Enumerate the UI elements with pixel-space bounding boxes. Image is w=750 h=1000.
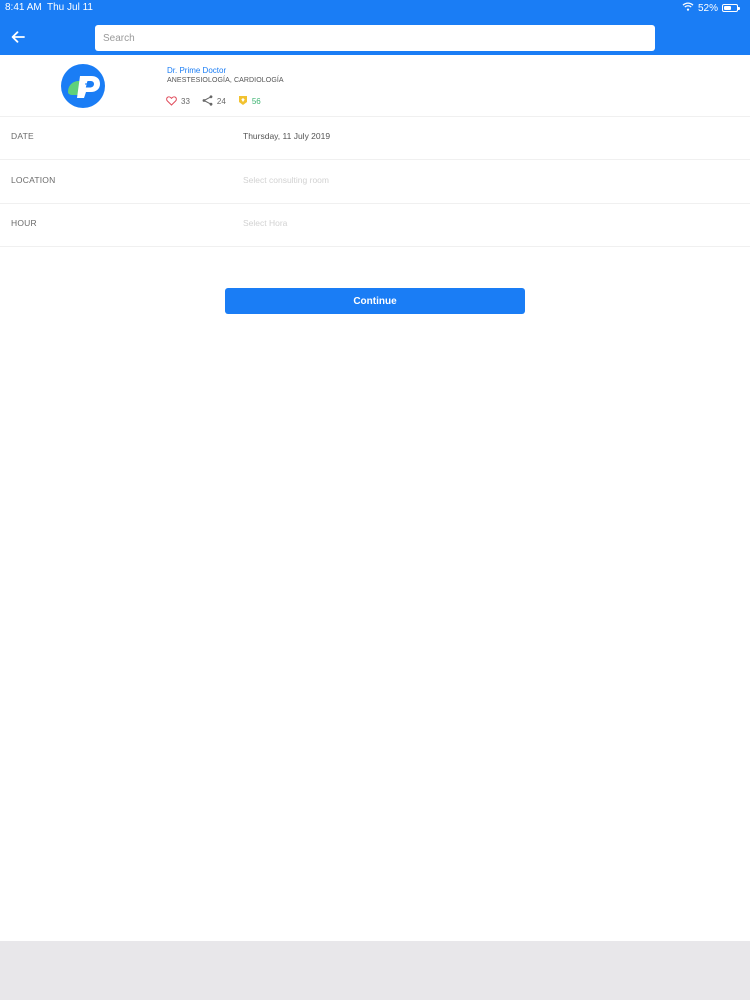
date-label: DATE: [11, 131, 34, 141]
status-time: 8:41 AM: [5, 2, 42, 13]
doctor-logo: [61, 64, 105, 108]
location-label: LOCATION: [11, 175, 56, 185]
doctor-specialties: ANESTESIOLOGÍA, CARDIOLOGÍA: [167, 77, 284, 84]
heart-icon: [166, 95, 181, 108]
wifi-icon: [682, 2, 694, 14]
doctor-stats: 33 24 56: [166, 95, 273, 108]
continue-button[interactable]: Continue: [225, 288, 525, 314]
status-bar: 8:41 AM Thu Jul 11 52%: [0, 0, 750, 16]
bottom-bar: [0, 941, 750, 1000]
hour-label: HOUR: [11, 218, 37, 228]
back-button[interactable]: [8, 29, 28, 49]
likes-count: 33: [181, 97, 190, 106]
date-value[interactable]: Thursday, 11 July 2019: [243, 131, 330, 141]
badge-icon: [238, 95, 252, 108]
doctor-card: Dr. Prime Doctor ANESTESIOLOGÍA, CARDIOL…: [0, 56, 750, 117]
status-right: 52%: [682, 2, 740, 14]
shares-stat[interactable]: 24: [202, 95, 226, 108]
battery-icon: [722, 4, 740, 12]
hour-row[interactable]: HOUR Select Hora: [0, 203, 750, 247]
badges-stat[interactable]: 56: [238, 95, 261, 108]
status-date: Thu Jul 11: [47, 2, 93, 13]
likes-stat[interactable]: 33: [166, 95, 190, 108]
location-select[interactable]: Select consulting room: [243, 175, 329, 185]
date-row[interactable]: DATE Thursday, 11 July 2019: [0, 116, 750, 160]
search-input[interactable]: [95, 25, 655, 51]
back-arrow-icon: [11, 30, 25, 48]
top-bar: 8:41 AM Thu Jul 11 52%: [0, 0, 750, 55]
location-row[interactable]: LOCATION Select consulting room: [0, 160, 750, 204]
hour-select[interactable]: Select Hora: [243, 218, 287, 228]
doctor-name[interactable]: Dr. Prime Doctor: [167, 66, 226, 75]
battery-percent: 52%: [697, 2, 718, 14]
shares-count: 24: [216, 97, 226, 106]
share-icon: [202, 95, 217, 108]
badges-count: 56: [251, 97, 261, 106]
